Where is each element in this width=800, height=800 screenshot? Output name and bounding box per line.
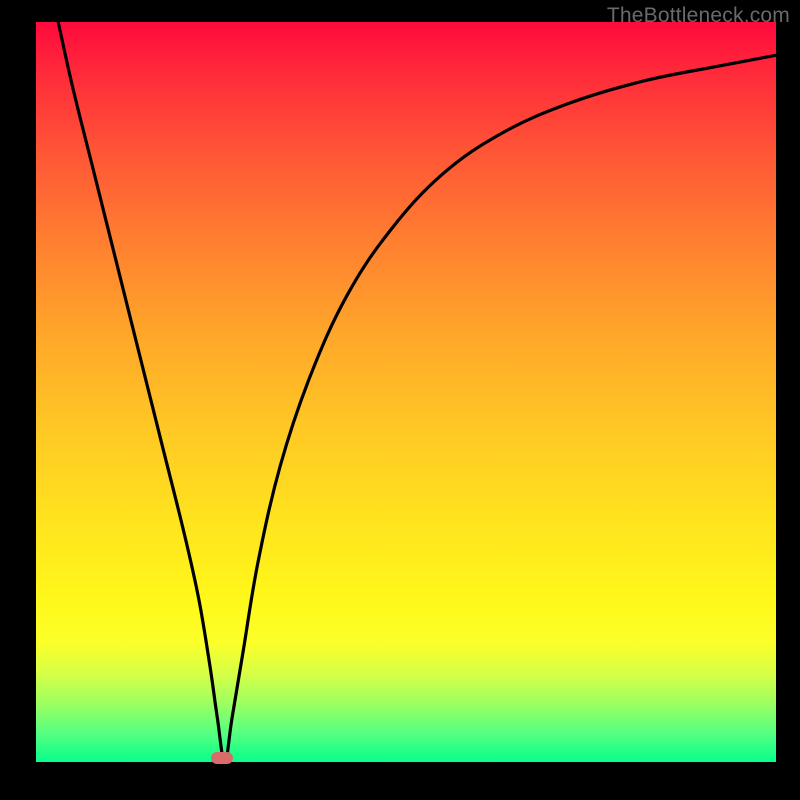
optimum-marker	[211, 752, 233, 764]
chart-plot-area	[36, 22, 776, 762]
watermark-text: TheBottleneck.com	[607, 4, 790, 28]
bottleneck-curve	[36, 22, 776, 762]
